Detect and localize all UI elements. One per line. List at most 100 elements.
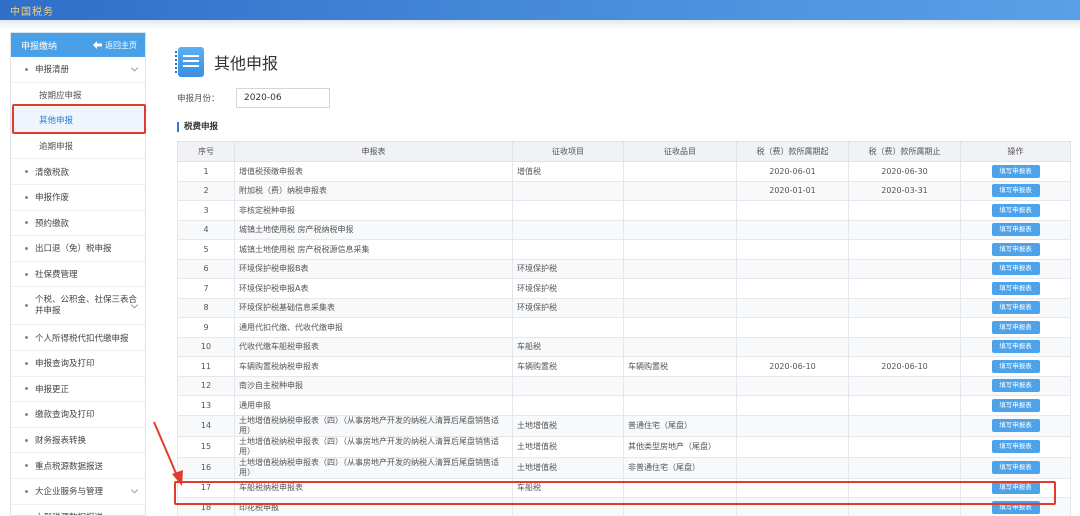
sidebar-item[interactable]: 申报更正 bbox=[11, 377, 145, 403]
fill-form-button[interactable]: 填写申报表 bbox=[991, 379, 1040, 393]
period-end bbox=[848, 219, 961, 240]
sidebar-subitem[interactable]: 逾期申报 bbox=[11, 134, 145, 160]
fill-form-button[interactable]: 填写申报表 bbox=[991, 184, 1040, 198]
sidebar-item-label: 清缴税款 bbox=[35, 167, 70, 178]
sidebar-item-label: 申报清册 bbox=[35, 65, 70, 76]
tax-item: 增值税 bbox=[512, 161, 624, 182]
form-name: 通用代扣代缴、代收代缴申报 bbox=[234, 317, 513, 338]
sidebar-item[interactable]: 清缴税款 bbox=[11, 159, 145, 185]
table-row: 4 城镇土地使用税 房产税纳税申报 填写申报表 bbox=[177, 219, 1071, 240]
sidebar-item[interactable]: 缴款查询及打印 bbox=[11, 402, 145, 428]
action-cell: 填写申报表 bbox=[960, 456, 1071, 479]
sidebar-item-label: 出口退（免）税申报 bbox=[35, 244, 112, 255]
tax-subitem bbox=[623, 375, 737, 396]
period-end: 2020-06-10 bbox=[848, 356, 961, 377]
table-row: 16 土地增值税纳税申报表（四）（从事房地产开发的纳税人清算后尾盘销售适用） 土地增… bbox=[177, 456, 1071, 479]
fill-form-button[interactable]: 填写申报表 bbox=[991, 281, 1040, 295]
table-row: 5 城镇土地使用税 房产税税源信息采集 填写申报表 bbox=[177, 239, 1071, 260]
action-cell: 填写申报表 bbox=[960, 435, 1071, 458]
sidebar-item[interactable]: 申报查询及打印 bbox=[11, 351, 145, 377]
sidebar-item[interactable]: 个人所得税代扣代缴申报 bbox=[11, 325, 145, 351]
table-row: 8 环境保护税基础信息采集表 环境保护税 填写申报表 bbox=[177, 297, 1071, 318]
table-row: 1 增值税预缴申报表 增值税 2020-06-01 2020-06-30 填写申报表 bbox=[177, 161, 1071, 182]
fill-form-button[interactable]: 填写申报表 bbox=[991, 461, 1040, 474]
row-number: 2 bbox=[177, 180, 235, 201]
period-end bbox=[848, 375, 961, 396]
sidebar-item[interactable]: 大企业服务与管理 bbox=[11, 479, 145, 505]
tax-item: 车辆购置税 bbox=[512, 356, 624, 377]
declare-table: 序号 申报表 征收项目 征收品目 税（费）款所属期起 税（费）款所属期止 操作 … bbox=[177, 141, 1071, 516]
sidebar-item[interactable]: 申报清册 bbox=[11, 57, 145, 83]
tax-subitem: 非普通住宅（尾盘） bbox=[623, 456, 737, 479]
back-home-link[interactable]: 返回主页 bbox=[93, 40, 137, 51]
row-number: 11 bbox=[177, 356, 235, 377]
table-row: 2 附加税（费）纳税申报表 2020-01-01 2020-03-31 填写申报表 bbox=[177, 180, 1071, 201]
section-title: 税费申报 bbox=[177, 122, 218, 132]
fill-form-button[interactable]: 填写申报表 bbox=[991, 398, 1040, 412]
period-start: 2020-06-01 bbox=[736, 161, 849, 182]
month-input[interactable] bbox=[236, 88, 330, 108]
sidebar-item[interactable]: 财务报表转换 bbox=[11, 428, 145, 454]
sidebar-item[interactable]: 申报作废 bbox=[11, 185, 145, 211]
fill-form-button[interactable]: 填写申报表 bbox=[991, 359, 1040, 373]
period-end bbox=[848, 395, 961, 416]
period-end bbox=[848, 414, 961, 437]
period-start bbox=[736, 239, 849, 260]
tax-item bbox=[512, 219, 624, 240]
brand-logo: 中国税务 bbox=[10, 7, 54, 18]
tax-item: 环境保护税 bbox=[512, 278, 624, 299]
sidebar-item[interactable]: 个税、公积金、社保三表合并申报 bbox=[11, 287, 145, 326]
action-cell: 填写申报表 bbox=[960, 356, 1071, 377]
fill-form-button[interactable]: 填写申报表 bbox=[991, 223, 1040, 237]
tax-subitem: 其他类型房地产（尾盘） bbox=[623, 435, 737, 458]
tax-subitem bbox=[623, 161, 737, 182]
fill-form-button[interactable]: 填写申报表 bbox=[991, 320, 1040, 334]
form-name: 土地增值税纳税申报表（四）（从事房地产开发的纳税人清算后尾盘销售适用） bbox=[234, 456, 513, 479]
form-name: 环境保护税申报A表 bbox=[234, 278, 513, 299]
tax-item bbox=[512, 375, 624, 396]
col-header: 操作 bbox=[960, 141, 1071, 162]
sidebar-item-label: 缴款查询及打印 bbox=[35, 410, 95, 421]
fill-form-button[interactable]: 填写申报表 bbox=[991, 301, 1040, 315]
fill-form-button[interactable]: 填写申报表 bbox=[991, 340, 1040, 354]
notebook-icon bbox=[175, 47, 204, 77]
period-start bbox=[736, 375, 849, 396]
action-cell: 填写申报表 bbox=[960, 239, 1071, 260]
col-header: 序号 bbox=[177, 141, 235, 162]
bullet-icon bbox=[25, 304, 28, 308]
tax-item: 土地增值税 bbox=[512, 456, 624, 479]
table-row: 11 车辆购置税纳税申报表 车辆购置税 车辆购置税 2020-06-10 2020-06-… bbox=[177, 356, 1071, 377]
fill-form-button[interactable]: 填写申报表 bbox=[991, 440, 1040, 453]
highlight-box-row-17 bbox=[174, 481, 1056, 505]
period-start bbox=[736, 258, 849, 279]
sidebar-item[interactable]: 社保费管理 bbox=[11, 262, 145, 288]
sidebar-item-label: 个税、公积金、社保三表合并申报 bbox=[35, 294, 138, 316]
period-start: 2020-01-01 bbox=[736, 180, 849, 201]
col-header: 申报表 bbox=[234, 141, 513, 162]
table-row: 7 环境保护税申报A表 环境保护税 填写申报表 bbox=[177, 278, 1071, 299]
fill-form-button[interactable]: 填写申报表 bbox=[991, 262, 1040, 276]
form-name: 附加税（费）纳税申报表 bbox=[234, 180, 513, 201]
action-cell: 填写申报表 bbox=[960, 297, 1071, 318]
sidebar-item-label: 重点税源数据报送 bbox=[35, 461, 104, 472]
action-cell: 填写申报表 bbox=[960, 200, 1071, 221]
sidebar-item[interactable]: 重点税源数据报送 bbox=[11, 453, 145, 479]
bullet-icon bbox=[25, 387, 28, 391]
period-end bbox=[848, 456, 961, 479]
fill-form-button[interactable]: 填写申报表 bbox=[991, 242, 1040, 256]
sidebar-item[interactable]: 预约缴款 bbox=[11, 211, 145, 237]
sidebar-item[interactable]: 出口退（免）税申报 bbox=[11, 236, 145, 262]
table-row: 15 土地增值税纳税申报表（四）（从事房地产开发的纳税人清算后尾盘销售适用） 土地增… bbox=[177, 435, 1071, 458]
month-label: 申报月份： bbox=[177, 94, 220, 104]
fill-form-button[interactable]: 填写申报表 bbox=[991, 203, 1040, 217]
sidebar-item[interactable]: 大型税源数据报送 bbox=[11, 505, 145, 515]
sidebar-item-label: 申报更正 bbox=[35, 384, 70, 395]
row-number: 5 bbox=[177, 239, 235, 260]
action-cell: 填写申报表 bbox=[960, 375, 1071, 396]
tax-subitem bbox=[623, 336, 737, 357]
fill-form-button[interactable]: 填写申报表 bbox=[991, 419, 1040, 432]
form-name: 车辆购置税纳税申报表 bbox=[234, 356, 513, 377]
fill-form-button[interactable]: 填写申报表 bbox=[991, 164, 1040, 178]
row-number: 7 bbox=[177, 278, 235, 299]
bullet-icon bbox=[25, 67, 28, 71]
